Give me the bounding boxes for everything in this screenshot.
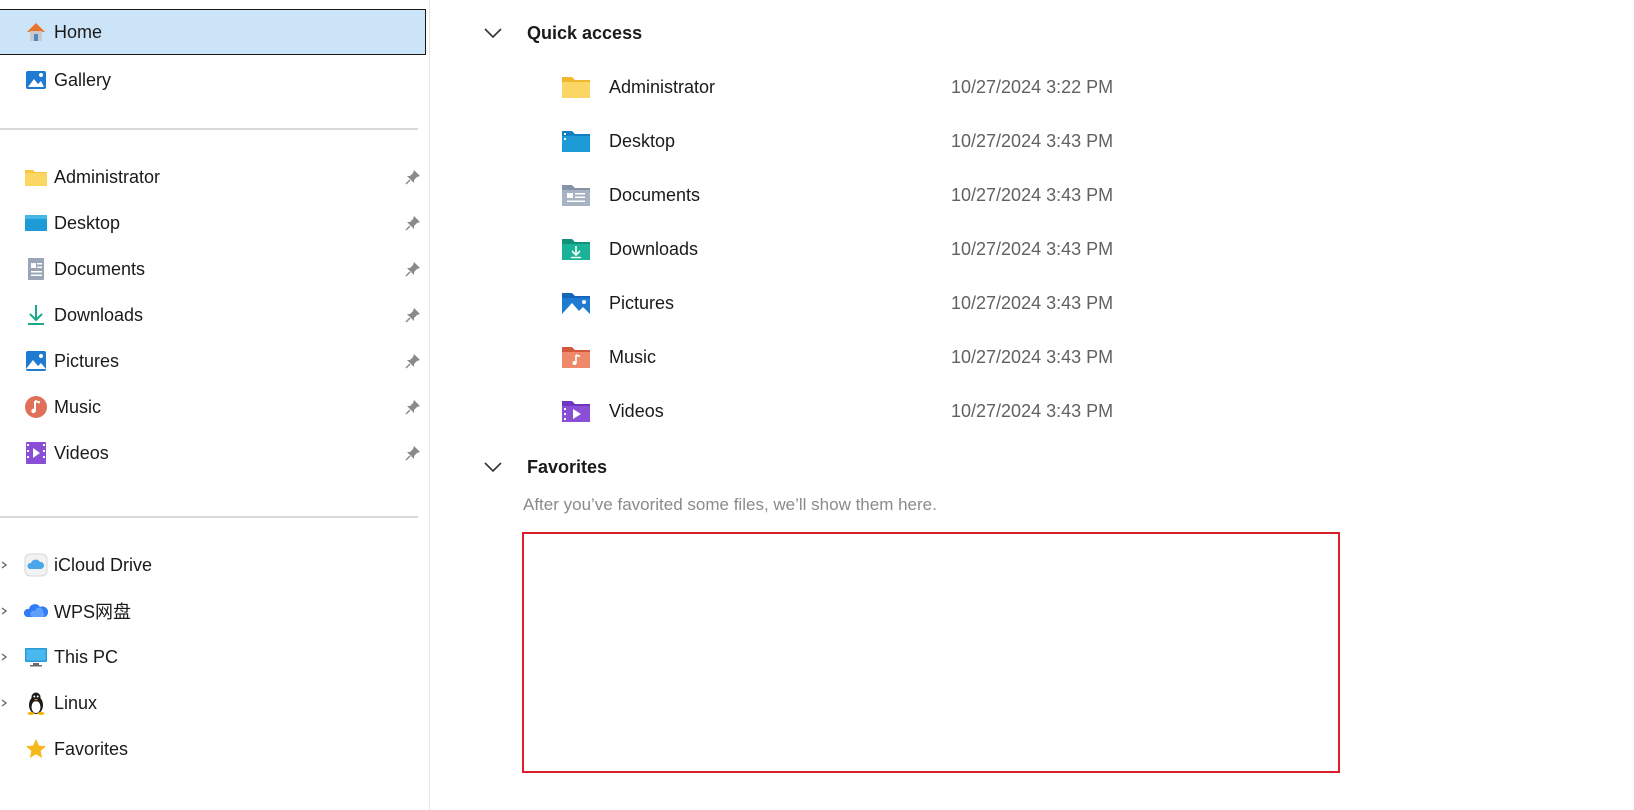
sidebar-item-label: Gallery	[54, 69, 112, 90]
folder-icon	[24, 165, 48, 189]
folder-icon	[562, 77, 590, 98]
item-name: Videos	[609, 401, 664, 421]
pin-icon[interactable]	[404, 168, 422, 186]
icloud-icon	[24, 553, 48, 577]
favorites-header[interactable]: Favorites	[481, 452, 607, 482]
item-date: 10/27/2024 3:43 PM	[951, 401, 1114, 421]
sidebar-item-videos[interactable]: Videos	[0, 430, 426, 476]
downloads-icon	[562, 239, 590, 260]
item-name: Downloads	[609, 239, 699, 259]
documents-icon	[562, 185, 590, 206]
item-date: 10/27/2024 3:22 PM	[951, 77, 1114, 97]
section-title: Quick access	[527, 22, 643, 43]
list-item[interactable]: Administrator 10/27/2024 3:22 PM	[561, 67, 1261, 107]
sidebar-item-pictures[interactable]: Pictures	[0, 338, 426, 384]
section-title: Favorites	[527, 456, 608, 477]
sidebar-item-label: Music	[54, 396, 102, 417]
quick-access-header[interactable]: Quick access	[481, 18, 642, 48]
chevron-right-icon[interactable]	[0, 696, 10, 710]
list-item[interactable]: Desktop 10/27/2024 3:43 PM	[561, 121, 1261, 161]
sidebar-item-label: Desktop	[54, 212, 121, 233]
sidebar-item-linux[interactable]: Linux	[0, 680, 426, 726]
pin-icon[interactable]	[404, 306, 422, 324]
item-date: 10/27/2024 3:43 PM	[951, 131, 1114, 151]
sidebar-item-label: Pictures	[54, 350, 120, 371]
wps-cloud-icon	[24, 599, 48, 623]
chevron-down-icon[interactable]	[481, 455, 505, 479]
sidebar-item-music[interactable]: Music	[0, 384, 426, 430]
sidebar-item-label: Favorites	[54, 738, 129, 759]
pin-icon[interactable]	[404, 444, 422, 462]
sidebar-item-favorites[interactable]: Favorites	[0, 726, 426, 772]
sidebar-item-home[interactable]: Home	[0, 9, 426, 55]
pin-icon[interactable]	[404, 214, 422, 232]
documents-icon	[24, 257, 48, 281]
sidebar-item-label: Home	[54, 21, 103, 42]
sidebar-item-label: This PC	[54, 646, 119, 667]
sidebar-divider	[0, 516, 418, 518]
sidebar-item-label: Administrator	[54, 166, 161, 187]
item-date: 10/27/2024 3:43 PM	[951, 239, 1114, 259]
downloads-icon	[24, 303, 48, 327]
list-item[interactable]: Documents 10/27/2024 3:43 PM	[561, 175, 1261, 215]
desktop-icon	[24, 211, 48, 235]
chevron-right-icon[interactable]	[0, 650, 10, 664]
videos-icon	[562, 401, 590, 422]
list-item[interactable]: Downloads 10/27/2024 3:43 PM	[561, 229, 1261, 269]
list-item[interactable]: Pictures 10/27/2024 3:43 PM	[561, 283, 1261, 323]
pin-icon[interactable]	[404, 352, 422, 370]
sidebar-divider	[0, 128, 418, 130]
sidebar-item-label: Downloads	[54, 304, 144, 325]
desktop-icon	[562, 131, 590, 152]
pictures-icon	[24, 349, 48, 373]
sidebar-item-gallery[interactable]: Gallery	[0, 57, 426, 103]
item-name: Documents	[609, 185, 701, 205]
star-icon	[24, 737, 48, 761]
pictures-icon	[562, 293, 590, 314]
item-date: 10/27/2024 3:43 PM	[951, 185, 1114, 205]
sidebar-item-wps-cloud[interactable]: WPS网盘	[0, 588, 426, 634]
item-name: Desktop	[609, 131, 676, 151]
sidebar-item-label: iCloud Drive	[54, 554, 153, 575]
pc-icon	[24, 645, 48, 669]
favorites-empty-message: After you’ve favorited some files, we’ll…	[523, 495, 937, 514]
chevron-right-icon[interactable]	[0, 604, 10, 618]
music-icon	[24, 395, 48, 419]
sidebar-item-label: Documents	[54, 258, 146, 279]
music-icon	[562, 347, 590, 368]
item-name: Music	[609, 347, 657, 367]
linux-icon	[24, 691, 48, 715]
list-item[interactable]: Videos 10/27/2024 3:43 PM	[561, 391, 1261, 431]
item-date: 10/27/2024 3:43 PM	[951, 347, 1114, 367]
sidebar-item-downloads[interactable]: Downloads	[0, 292, 426, 338]
content-pane: Quick access Administrator 10/27/2024 3:…	[431, 0, 1634, 810]
navigation-pane: Home Gallery Administrator Desktop Docum…	[0, 0, 430, 810]
sidebar-item-icloud-drive[interactable]: iCloud Drive	[0, 542, 426, 588]
pin-icon[interactable]	[404, 398, 422, 416]
item-date: 10/27/2024 3:43 PM	[951, 293, 1114, 313]
sidebar-item-documents[interactable]: Documents	[0, 246, 426, 292]
home-icon	[24, 20, 48, 44]
sidebar-item-administrator[interactable]: Administrator	[0, 154, 426, 200]
sidebar-item-desktop[interactable]: Desktop	[0, 200, 426, 246]
sidebar-item-label: Videos	[54, 442, 109, 463]
sidebar-item-label: WPS网盘	[54, 602, 132, 622]
sidebar-item-this-pc[interactable]: This PC	[0, 634, 426, 680]
chevron-right-icon[interactable]	[0, 558, 10, 572]
sidebar-item-label: Linux	[54, 692, 98, 713]
chevron-down-icon[interactable]	[481, 21, 505, 45]
list-item[interactable]: Music 10/27/2024 3:43 PM	[561, 337, 1261, 377]
pin-icon[interactable]	[404, 260, 422, 278]
item-name: Pictures	[609, 293, 675, 313]
favorites-drop-area[interactable]	[522, 532, 1340, 773]
item-name: Administrator	[609, 77, 716, 97]
videos-icon	[24, 441, 48, 465]
gallery-icon	[24, 68, 48, 92]
